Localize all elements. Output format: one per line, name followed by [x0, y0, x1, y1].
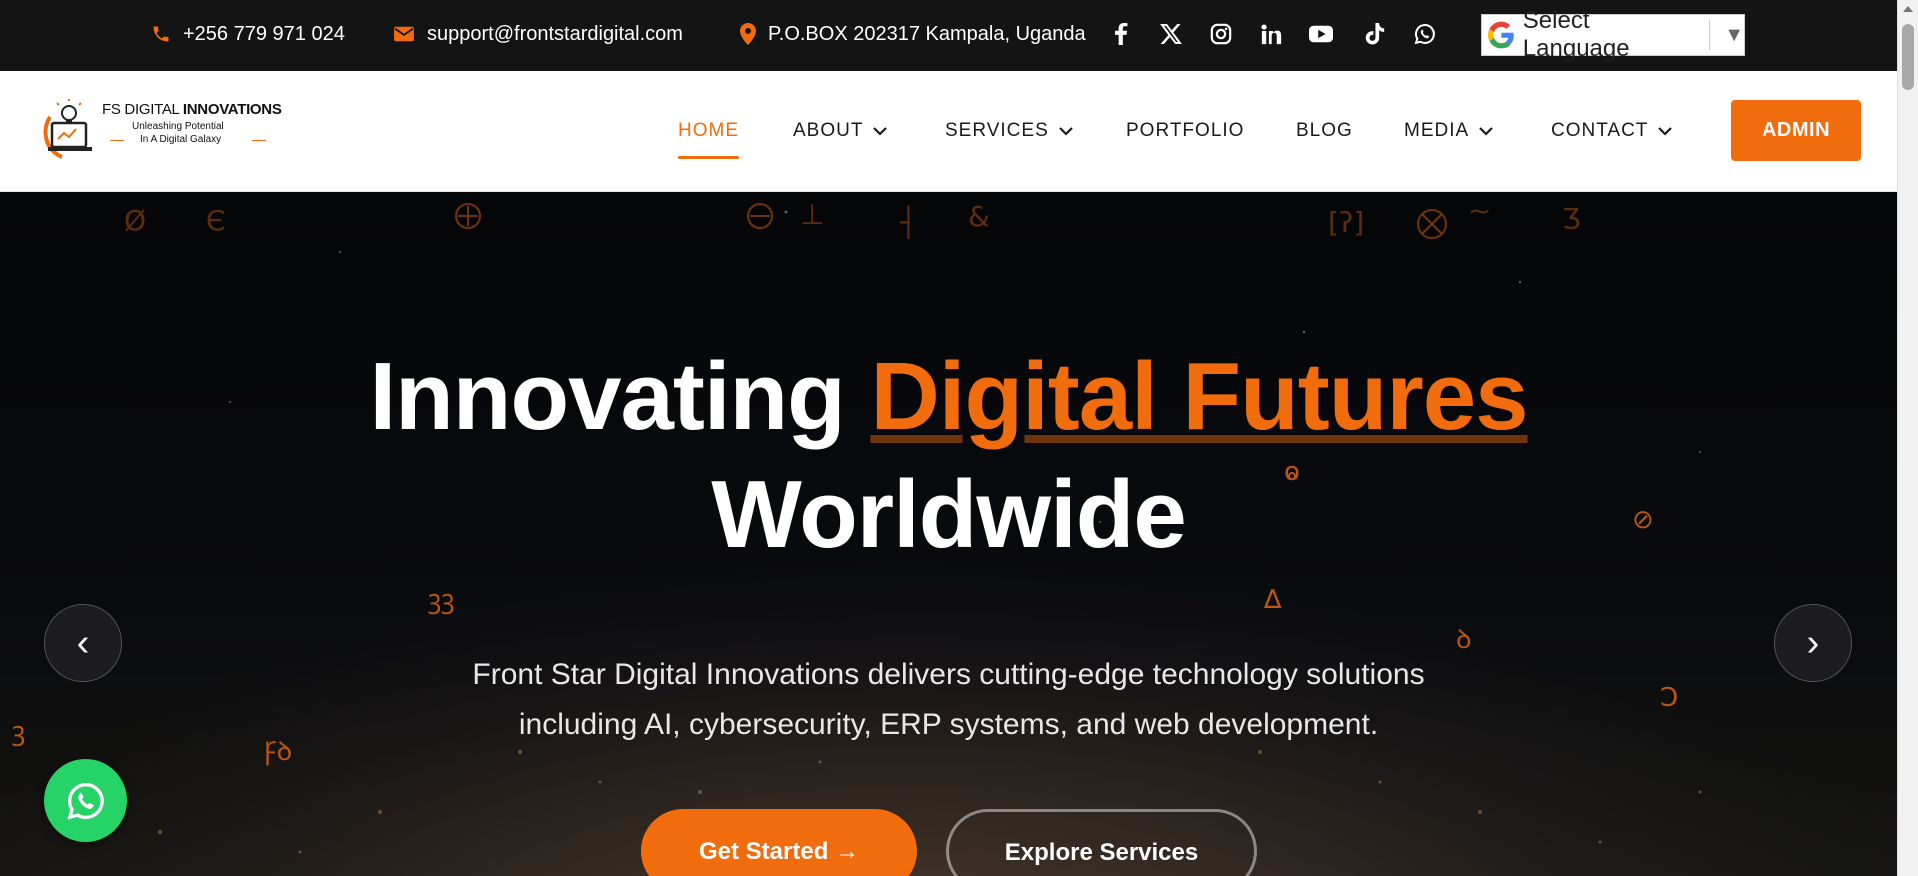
svg-text:[ʔ]: [ʔ] [1328, 206, 1364, 239]
x-icon[interactable] [1159, 0, 1183, 68]
svg-text:∆: ∆ [1263, 585, 1282, 615]
language-selector[interactable]: Select Language ▼ [1481, 7, 1745, 62]
main-navbar: FS DIGITAL INNOVATIONS Unleashing Potent… [0, 71, 1897, 192]
laptop-bulb-logo-icon [43, 99, 92, 159]
phone-number: +256 779 971 024 [183, 22, 345, 45]
page-scrollbar[interactable] [1897, 0, 1918, 876]
nav-item-contact[interactable]: CONTACT [1551, 71, 1673, 191]
instagram-icon[interactable] [1209, 0, 1233, 68]
carousel-prev-button[interactable]: ‹ [44, 604, 122, 682]
svg-text:⊥: ⊥ [800, 198, 824, 231]
nav-item-media[interactable]: MEDIA [1404, 71, 1493, 191]
nav-label: SERVICES [945, 120, 1049, 141]
hero-title-line-2: Worldwide [711, 461, 1187, 568]
nav-label: PORTFOLIO [1126, 120, 1245, 141]
chevron-down-icon [1479, 126, 1493, 136]
email-contact[interactable]: support@frontstardigital.com [393, 0, 683, 68]
site-logo[interactable]: FS DIGITAL INNOVATIONS Unleashing Potent… [40, 99, 290, 163]
chevron-down-icon [873, 126, 888, 136]
admin-button[interactable]: ADMIN [1731, 100, 1861, 161]
chevron-down-icon [1058, 126, 1073, 136]
map-pin-icon [740, 23, 756, 45]
brand-tagline-1: Unleashing Potential [132, 121, 224, 132]
whatsapp-chat-button[interactable] [44, 759, 127, 842]
top-bar: +256 779 971 024 support@frontstardigita… [0, 0, 1897, 71]
brand-tagline-2: In A Digital Galaxy [140, 134, 222, 145]
nav-label: BLOG [1296, 120, 1353, 141]
nav-item-portfolio[interactable]: PORTFOLIO [1126, 71, 1244, 191]
envelope-icon [394, 26, 414, 42]
tiktok-icon[interactable] [1363, 0, 1387, 68]
youtube-icon[interactable] [1309, 0, 1333, 68]
facebook-icon[interactable] [1109, 0, 1133, 68]
svg-text:&: & [968, 200, 990, 233]
hero-title-line-1: Innovating Digital Futures [369, 343, 1528, 450]
svg-text:┤: ┤ [899, 205, 917, 239]
logo-accent-line [110, 140, 124, 141]
svg-text:Є: Є [206, 204, 226, 237]
explore-services-button[interactable]: Explore Services [946, 809, 1257, 876]
scrollbar-thumb[interactable] [1902, 24, 1914, 90]
svg-text:ꝫꝫ: ꝫꝫ [428, 585, 455, 615]
nav-label: CONTACT [1551, 120, 1649, 141]
address-text: P.O.BOX 202317 Kampala, Uganda [768, 22, 1086, 45]
logo-accent-line [252, 140, 266, 141]
email-address: support@frontstardigital.com [427, 22, 683, 45]
nav-item-about[interactable]: ABOUT [793, 71, 888, 191]
chevron-down-icon [1658, 126, 1673, 136]
get-started-button[interactable]: Get Started → [641, 809, 917, 876]
hero-section: Ø Є ⊥ ┤ & [ʔ] ~ Ʒ ⊘ ∆ ꝺ ꝫꝫ Ɔ Ꝼꝺ ꝫ ⱺ Innovating Digit… [0, 192, 1897, 876]
nav-label: MEDIA [1404, 120, 1470, 141]
svg-text:ꝺ: ꝺ [1456, 625, 1472, 655]
dropdown-arrow-icon: ▼ [1724, 23, 1744, 46]
whatsapp-icon [66, 782, 104, 819]
google-g-icon [1488, 21, 1514, 49]
divider [1709, 20, 1711, 50]
svg-text:Ʒ: Ʒ [1562, 202, 1581, 235]
linkedin-icon[interactable] [1259, 0, 1283, 68]
nav-label: ABOUT [793, 120, 864, 141]
brand-name: FS DIGITAL INNOVATIONS [102, 101, 282, 118]
address-contact: P.O.BOX 202317 Kampala, Uganda [740, 0, 1086, 68]
nav-item-blog[interactable]: BLOG [1296, 71, 1353, 191]
nav-item-services[interactable]: SERVICES [945, 71, 1073, 191]
phone-contact[interactable]: +256 779 971 024 [151, 0, 345, 68]
svg-text:Ø: Ø [124, 204, 146, 237]
hero-subtitle-line-2: including AI, cybersecurity, ERP systems… [518, 708, 1379, 741]
active-underline [678, 156, 739, 159]
svg-text:~: ~ [1468, 194, 1491, 227]
nav-item-home[interactable]: HOME [678, 71, 739, 191]
nav-label: HOME [678, 120, 739, 141]
language-select-label: Select Language [1522, 7, 1630, 62]
phone-icon [153, 26, 169, 42]
carousel-next-button[interactable]: › [1774, 604, 1852, 682]
scroll-up-arrow-icon[interactable] [1903, 6, 1913, 12]
whatsapp-icon[interactable] [1413, 0, 1437, 68]
hero-subtitle-line-1: Front Star Digital Innovations delivers … [472, 658, 1425, 691]
